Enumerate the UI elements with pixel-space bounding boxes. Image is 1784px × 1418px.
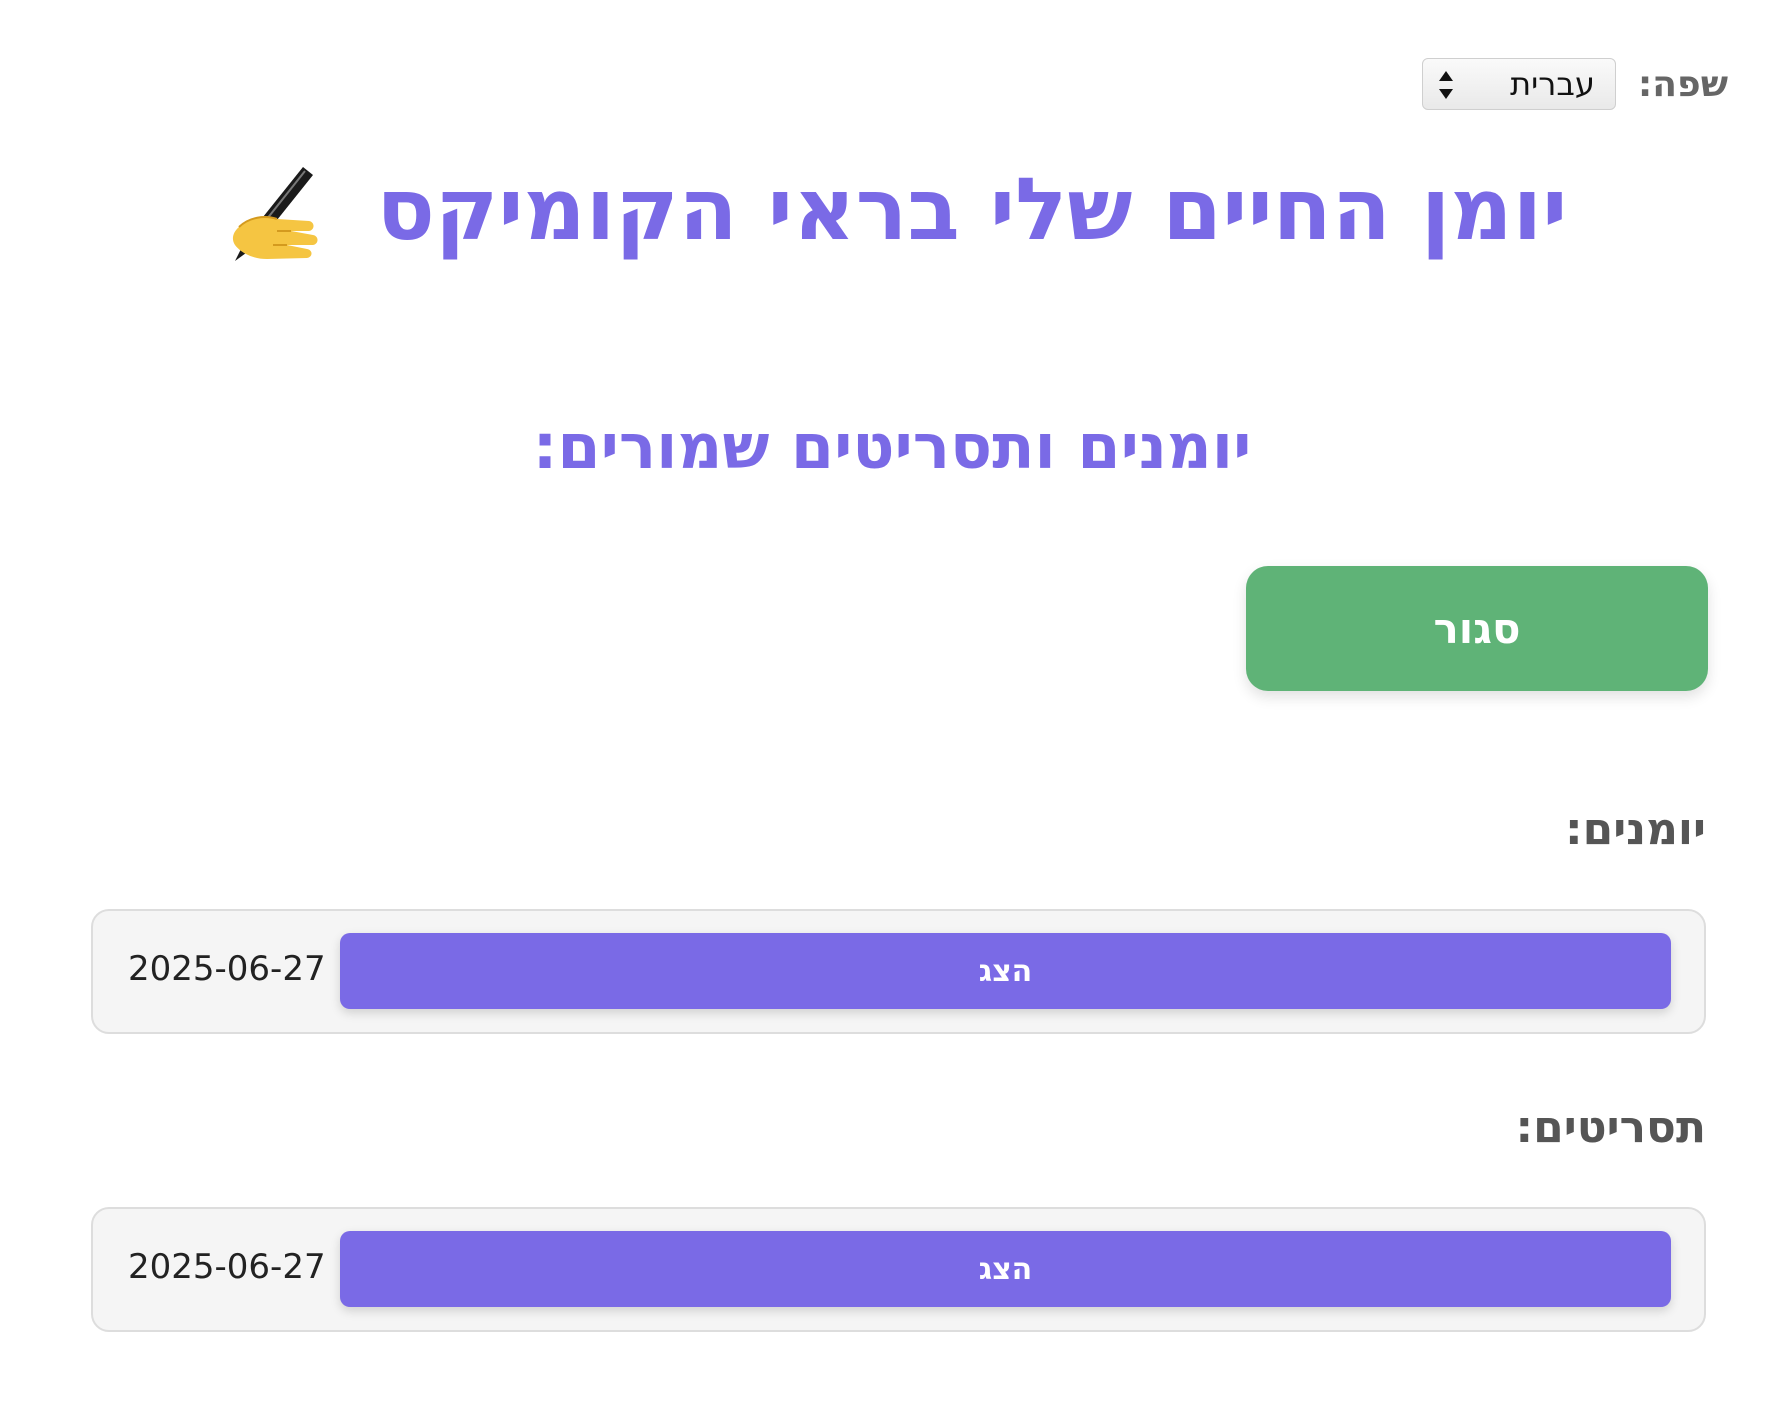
page-title-text: יומן החיים שלי בראי הקומיקס <box>376 160 1568 260</box>
select-arrows-icon <box>1438 71 1453 99</box>
writing-hand-icon <box>232 166 317 261</box>
diary-entry: 2025-06-27 הצג <box>91 909 1706 1034</box>
script-entry-date: 2025-06-27 <box>128 1247 326 1287</box>
page: שפה: עברית יומן החיים שלי בראי הקומיקס י… <box>0 0 1784 1418</box>
scripts-heading: תסריטים: <box>1515 1102 1706 1153</box>
page-title: יומן החיים שלי בראי הקומיקס <box>0 160 1784 271</box>
saved-section-title: יומנים ותסריטים שמורים: <box>532 410 1252 483</box>
diaries-heading: יומנים: <box>1564 804 1706 855</box>
show-script-button[interactable]: הצג <box>340 1231 1671 1307</box>
close-button[interactable]: סגור <box>1246 566 1708 691</box>
language-label: שפה: <box>1637 63 1728 105</box>
diary-entry-date: 2025-06-27 <box>128 949 326 989</box>
language-select[interactable]: עברית <box>1421 58 1616 110</box>
language-bar: שפה: עברית <box>1421 58 1728 110</box>
script-entry: 2025-06-27 הצג <box>91 1207 1706 1332</box>
language-select-value: עברית <box>1510 65 1595 103</box>
show-diary-button[interactable]: הצג <box>340 933 1671 1009</box>
